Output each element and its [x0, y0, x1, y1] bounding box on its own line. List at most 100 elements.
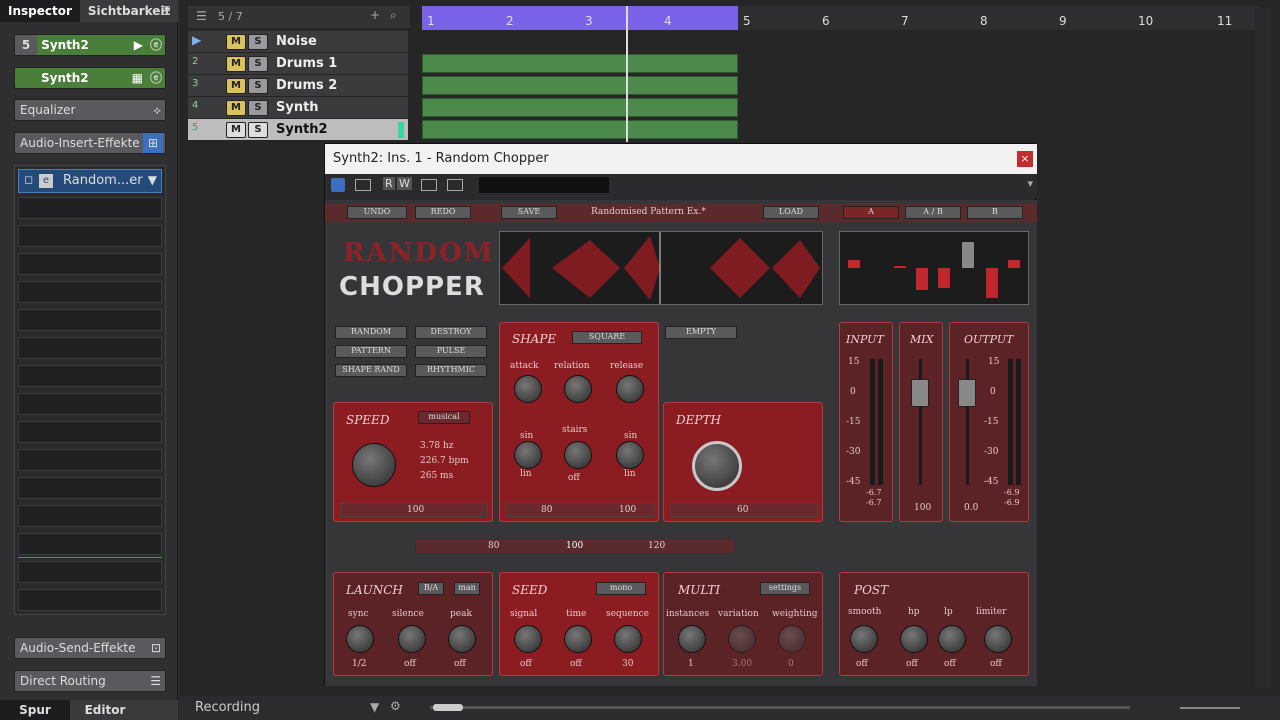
attack-knob[interactable]: [514, 375, 542, 403]
signal-knob[interactable]: [514, 625, 542, 653]
stairs-knob[interactable]: [564, 441, 592, 469]
equalizer-icon[interactable]: ⟡: [153, 100, 161, 120]
midi-clip[interactable]: [422, 54, 738, 73]
vertical-zoom-bar[interactable]: [1255, 8, 1271, 688]
write-button[interactable]: W: [397, 177, 412, 190]
ab-button[interactable]: A / B: [905, 206, 961, 219]
undo-button[interactable]: UNDO: [347, 206, 407, 219]
silence-knob[interactable]: [398, 625, 426, 653]
midi-clip[interactable]: [422, 76, 738, 95]
insert-rack-icon[interactable]: ⊞: [143, 133, 163, 153]
shape-mode-button[interactable]: SQUARE: [572, 331, 642, 344]
equalizer-section[interactable]: Equalizer ⟡: [14, 99, 166, 121]
mute-button[interactable]: M: [226, 78, 246, 94]
send-rack-icon[interactable]: ⊡: [151, 638, 161, 658]
keyboard-icon[interactable]: ▦: [132, 68, 143, 88]
speed-mode-button[interactable]: musical: [418, 411, 470, 424]
options-chevron-icon[interactable]: ▾: [1027, 177, 1033, 190]
preset-menu-icon[interactable]: [447, 179, 463, 191]
insert-slot-7[interactable]: [18, 337, 162, 359]
edit-icon-2[interactable]: ⓔ: [150, 68, 162, 88]
insert-slot-9[interactable]: [18, 393, 162, 415]
insert-slot-11[interactable]: [18, 449, 162, 471]
solo-button[interactable]: S: [248, 122, 268, 138]
settings-icon[interactable]: ⚙: [390, 699, 401, 713]
launch-man-button[interactable]: man: [454, 582, 480, 595]
solo-button[interactable]: S: [248, 34, 268, 50]
search-icon[interactable]: ⌕: [390, 8, 397, 23]
weighting-knob[interactable]: [778, 625, 806, 653]
smooth-knob[interactable]: [850, 625, 878, 653]
horizontal-scrollbar[interactable]: [430, 706, 1130, 709]
load-button[interactable]: LOAD: [763, 206, 819, 219]
sequence-knob[interactable]: [614, 625, 642, 653]
a-button[interactable]: A: [843, 206, 899, 219]
depth-knob[interactable]: [692, 441, 742, 491]
midi-clip[interactable]: [422, 98, 738, 117]
edit-icon[interactable]: ⓔ: [150, 35, 162, 55]
insert-slot-4[interactable]: [18, 253, 162, 275]
track-row-drums2[interactable]: 3 M S Drums 2: [188, 75, 408, 97]
insert-slot-1[interactable]: ◻ e Random...er ▼: [18, 169, 162, 193]
instrument-button[interactable]: Synth2 ▦ ⓔ: [14, 67, 166, 89]
midi-clip[interactable]: [422, 120, 738, 139]
step-sequence-display[interactable]: [839, 231, 1029, 305]
mode-pulse-button[interactable]: PULSE: [415, 345, 487, 358]
solo-button[interactable]: S: [248, 78, 268, 94]
mode-pattern-button[interactable]: PATTERN: [335, 345, 407, 358]
time-knob[interactable]: [564, 625, 592, 653]
insert-slot-12[interactable]: [18, 477, 162, 499]
track-row-synth[interactable]: 4 M S Synth: [188, 97, 408, 119]
insert-slot-8[interactable]: [18, 365, 162, 387]
slot-edit-icon[interactable]: e: [39, 174, 53, 188]
solo-button[interactable]: S: [248, 100, 268, 116]
add-track-icon[interactable]: +: [370, 8, 380, 22]
insert-slot-13[interactable]: [18, 505, 162, 527]
read-button[interactable]: R: [383, 177, 395, 190]
launch-ba-button[interactable]: B/A: [418, 582, 444, 595]
scroll-thumb[interactable]: [433, 704, 463, 711]
shape-slider[interactable]: 80 100: [506, 503, 654, 517]
mode-rhythmic-button[interactable]: RHYTHMIC: [415, 364, 487, 377]
preset-field[interactable]: [479, 177, 609, 193]
insert-slot-14[interactable]: [18, 533, 162, 555]
bypass-icon[interactable]: [355, 179, 371, 191]
track-name-button[interactable]: 5 Synth2 ▶ ⓔ: [14, 34, 166, 56]
mute-button[interactable]: M: [226, 122, 246, 138]
direct-routing-section[interactable]: Direct Routing ☰: [14, 670, 166, 692]
lp-knob[interactable]: [938, 625, 966, 653]
curve-right-knob[interactable]: [616, 441, 644, 469]
limiter-knob[interactable]: [984, 625, 1012, 653]
waveform-display[interactable]: [499, 231, 823, 305]
instances-knob[interactable]: [678, 625, 706, 653]
cycle-range[interactable]: [422, 6, 738, 30]
tab-inspector[interactable]: Inspector: [0, 0, 80, 22]
sync-knob[interactable]: [346, 625, 374, 653]
peak-knob[interactable]: [448, 625, 476, 653]
mix-fader-handle[interactable]: [911, 379, 929, 407]
curve-left-knob[interactable]: [514, 441, 542, 469]
speed-knob[interactable]: [352, 443, 396, 487]
track-row-synth2[interactable]: 5 M S Synth2: [188, 119, 408, 141]
power-icon[interactable]: [331, 178, 345, 192]
menu-icon[interactable]: ☰: [160, 4, 171, 18]
compare-icon[interactable]: [421, 179, 437, 191]
speed-slider[interactable]: 100: [340, 503, 488, 517]
mode-random-button[interactable]: RANDOM: [335, 326, 407, 339]
release-knob[interactable]: [616, 375, 644, 403]
insert-slot-15[interactable]: [18, 561, 162, 583]
track-row-drums1[interactable]: 2 M S Drums 1: [188, 53, 408, 75]
redo-button[interactable]: REDO: [415, 206, 471, 219]
insert-slot-5[interactable]: [18, 281, 162, 303]
insert-effects-section[interactable]: Audio-Insert-Effekte ⊞: [14, 132, 166, 154]
routing-icon[interactable]: ☰: [150, 671, 161, 691]
slot-power-icon[interactable]: ◻: [24, 173, 33, 186]
seed-mode-button[interactable]: mono: [596, 582, 646, 595]
empty-button[interactable]: EMPTY: [665, 326, 737, 339]
tab-editor[interactable]: Editor: [70, 700, 140, 720]
status-dropdown-icon[interactable]: ▼: [370, 700, 379, 714]
playhead-cursor[interactable]: [626, 6, 628, 142]
b-button[interactable]: B: [967, 206, 1023, 219]
solo-button[interactable]: S: [248, 56, 268, 72]
depth-slider[interactable]: 60: [670, 503, 818, 517]
